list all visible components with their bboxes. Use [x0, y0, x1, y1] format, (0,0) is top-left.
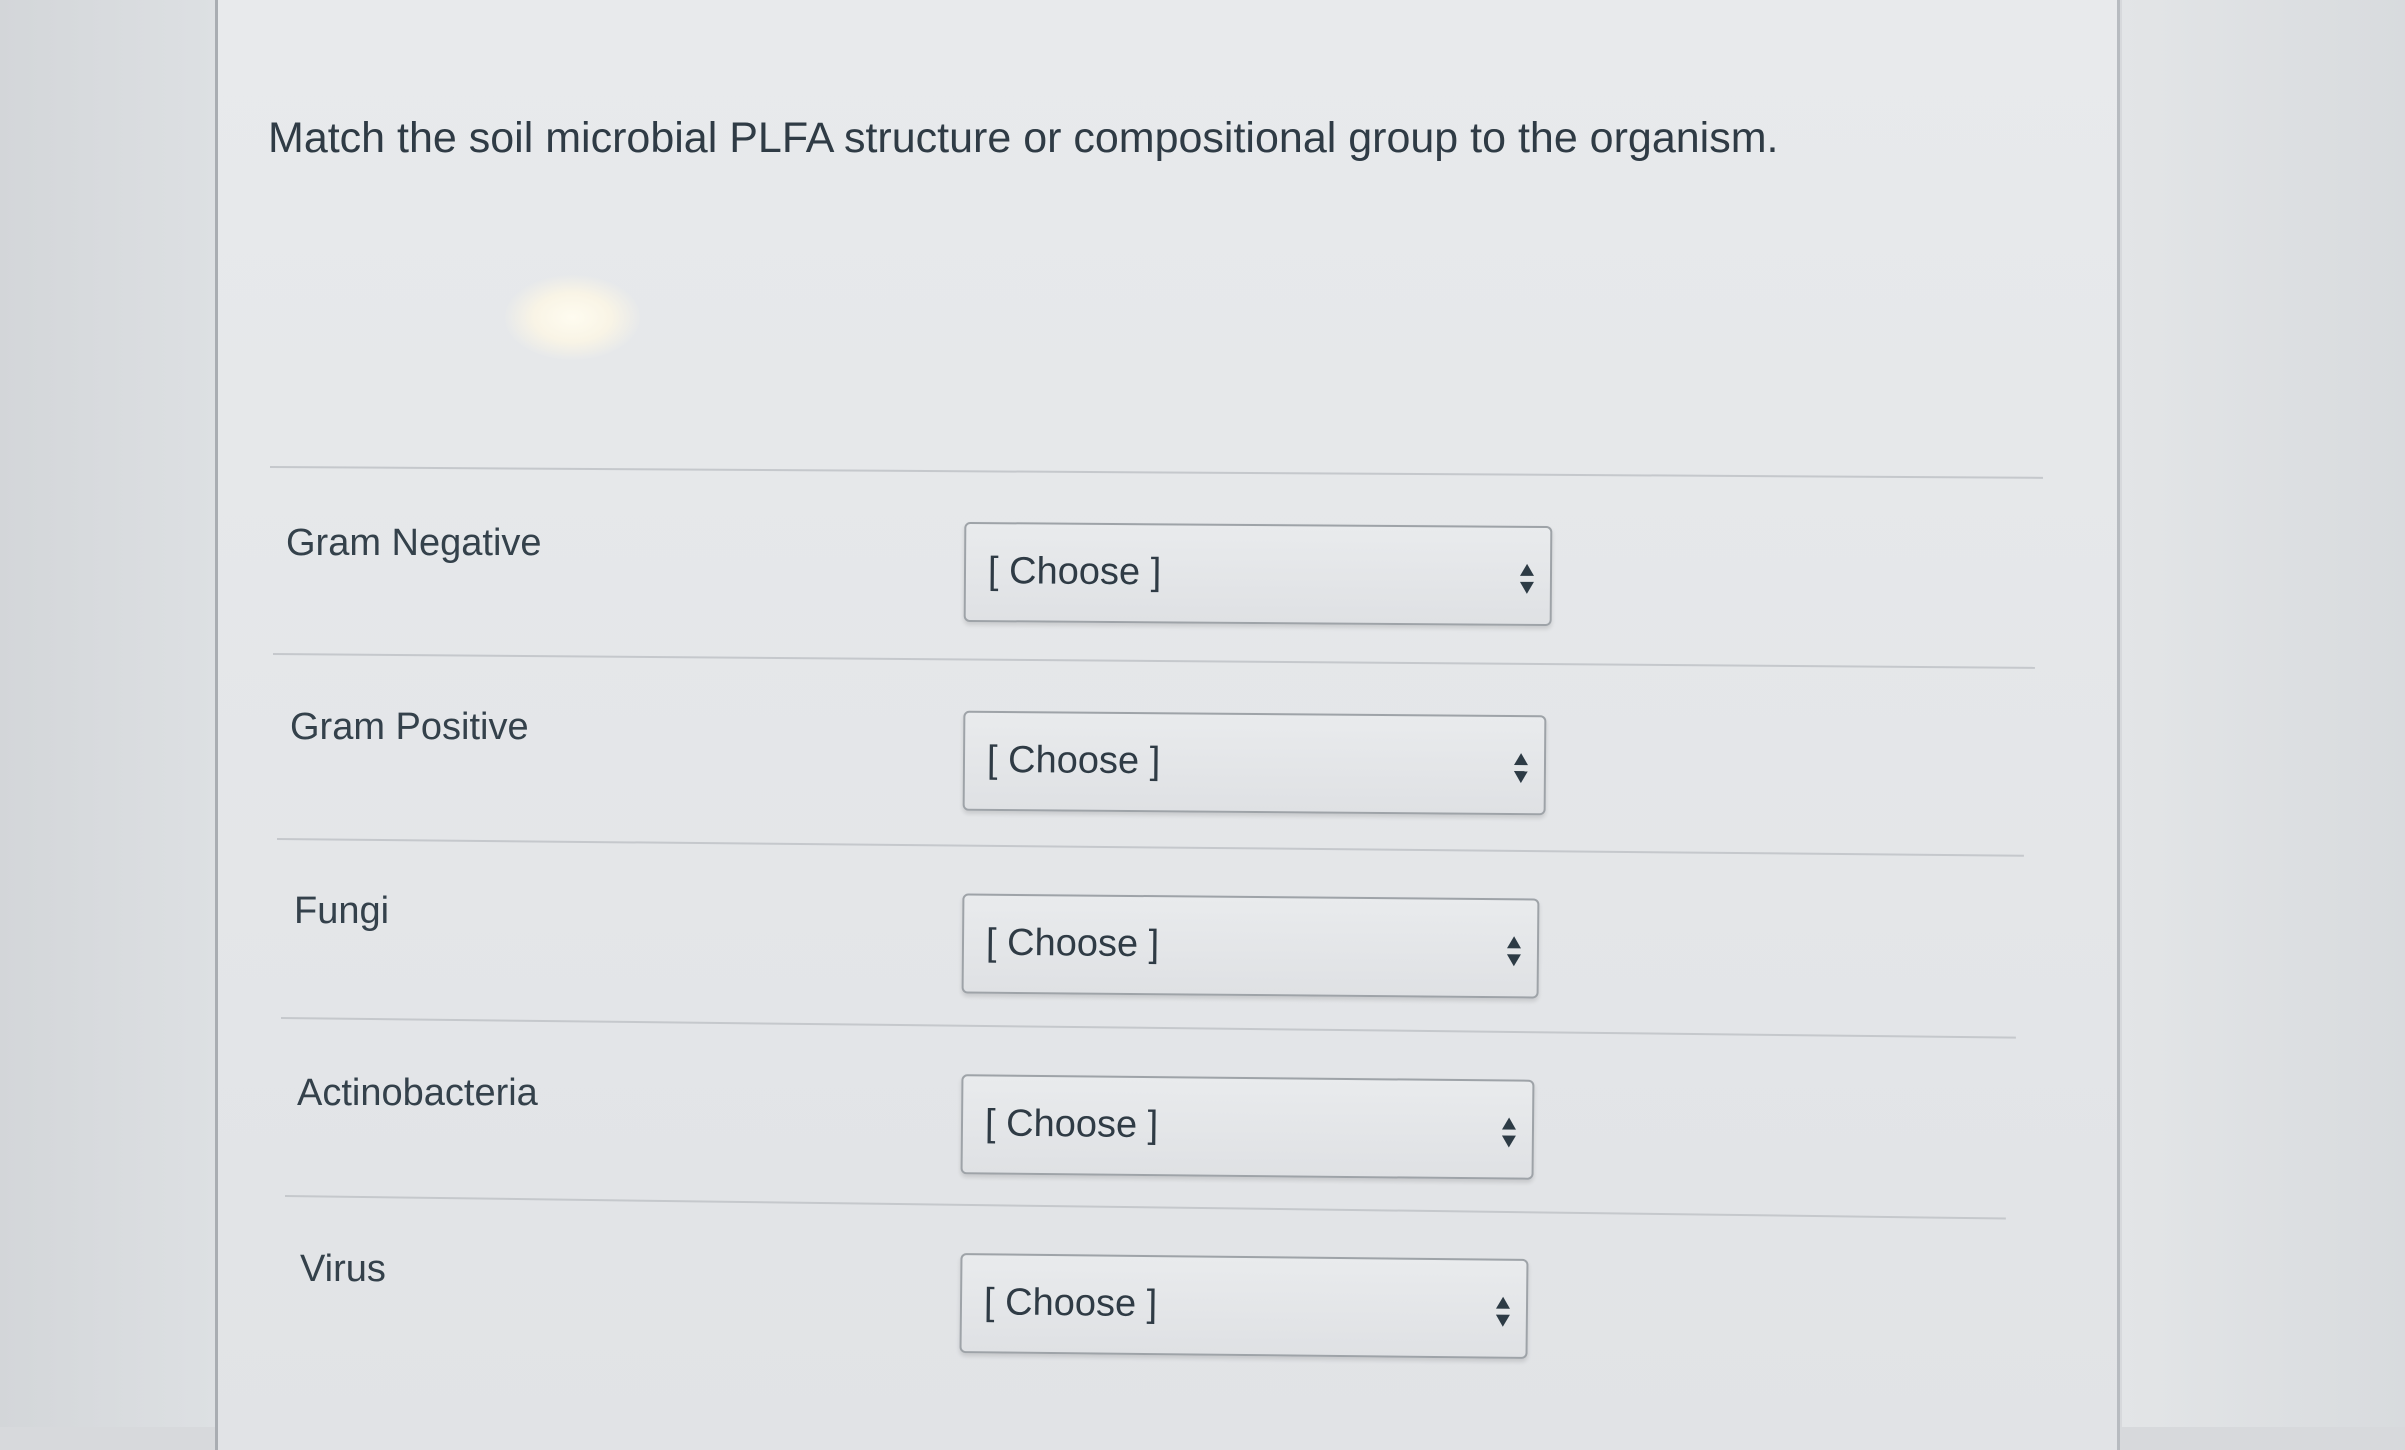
- select-value: [ Choose ]: [983, 1281, 1158, 1326]
- organism-label-fungi: Fungi: [294, 890, 390, 932]
- sort-updown-icon: [1513, 753, 1528, 784]
- organism-label-virus: Virus: [300, 1248, 386, 1290]
- sort-updown-icon: [1501, 1117, 1516, 1148]
- match-select-actinobacteria[interactable]: [ Choose ]: [960, 1074, 1535, 1180]
- select-value: [ Choose ]: [987, 550, 1162, 594]
- sort-updown-icon: [1506, 936, 1521, 967]
- match-select-gram-negative[interactable]: [ Choose ]: [963, 521, 1553, 627]
- sort-updown-icon: [1495, 1296, 1510, 1327]
- match-select-gram-positive[interactable]: [ Choose ]: [962, 710, 1547, 816]
- sort-updown-icon: [1519, 563, 1534, 594]
- right-page-margin: [2122, 0, 2405, 1427]
- question-text: Match the soil microbial PLFA structure …: [268, 114, 1779, 162]
- select-value: [ Choose ]: [985, 921, 1160, 966]
- select-value: [ Choose ]: [986, 738, 1161, 783]
- organism-label-actinobacteria: Actinobacteria: [297, 1072, 538, 1114]
- select-value: [ Choose ]: [984, 1102, 1159, 1147]
- match-select-virus[interactable]: [ Choose ]: [959, 1253, 1529, 1359]
- screen-glare: [505, 275, 640, 360]
- match-select-fungi[interactable]: [ Choose ]: [961, 893, 1540, 999]
- organism-label-gram-positive: Gram Positive: [290, 706, 529, 748]
- organism-label-gram-negative: Gram Negative: [286, 522, 542, 564]
- left-page-margin: [0, 0, 215, 1427]
